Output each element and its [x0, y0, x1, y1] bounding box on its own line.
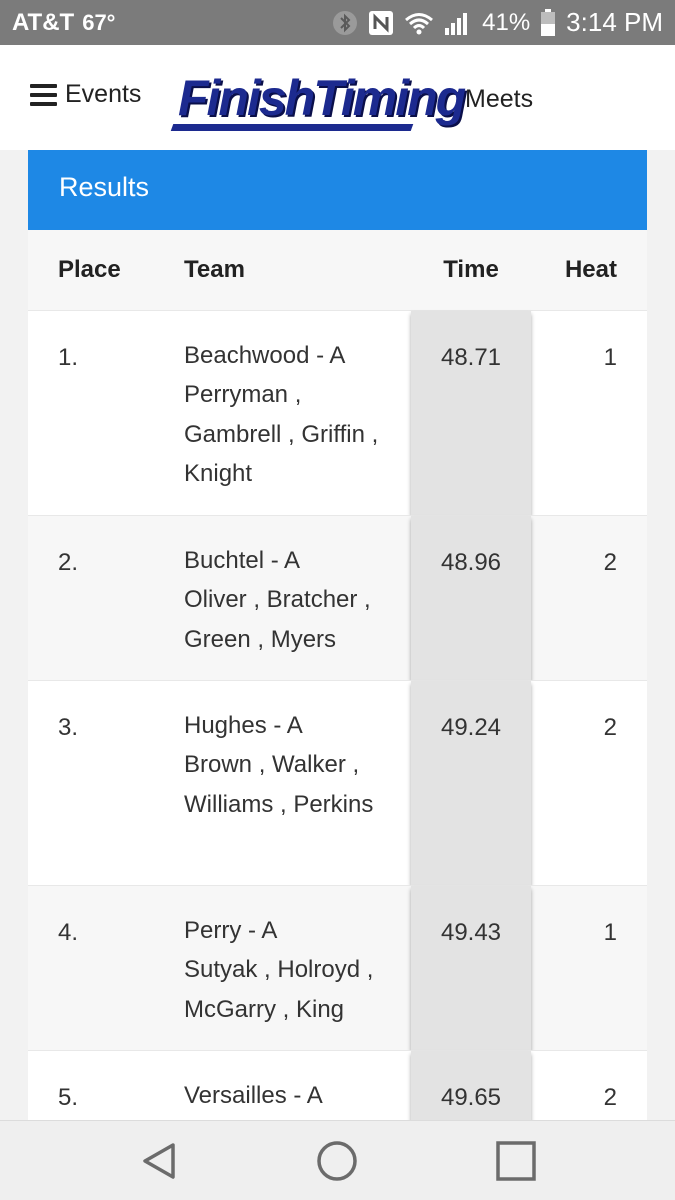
meets-link[interactable]: Meets	[465, 85, 533, 114]
events-label: Events	[65, 80, 142, 108]
row-heat: 2	[603, 1084, 617, 1111]
row-team: Buchtel - A Oliver , Bratcher , Green , …	[184, 541, 394, 659]
team-name: Hughes - A	[184, 712, 303, 739]
table-row[interactable]: 5. Versailles - A 49.65 2	[28, 1050, 647, 1125]
row-place: 5.	[58, 1084, 79, 1111]
row-place: 1.	[58, 344, 79, 371]
row-heat: 2	[603, 714, 617, 741]
status-right: 41% 3:14 PM	[332, 7, 663, 38]
row-time: 49.24	[411, 681, 531, 885]
results-title: Results	[28, 150, 647, 230]
row-place: 3.	[58, 714, 79, 741]
carrier-name: AT&T	[12, 8, 75, 36]
battery-percent: 41%	[482, 8, 531, 36]
back-icon[interactable]	[137, 1139, 181, 1183]
row-heat: 1	[603, 919, 617, 946]
app-header: Events FinishTiming Meets	[0, 45, 675, 150]
row-heat: 2	[603, 549, 617, 576]
row-time: 48.96	[411, 516, 531, 680]
logo-text: FinishTiming	[178, 70, 466, 126]
signal-icon	[444, 10, 472, 36]
row-time: 48.71	[411, 311, 531, 515]
events-menu-button[interactable]: Events	[30, 80, 141, 109]
table-row[interactable]: 4. Perry - A Sutyak , Holroyd , McGarry …	[28, 885, 647, 1050]
battery-icon	[540, 8, 556, 37]
header-place: Place	[58, 256, 121, 283]
team-athletes: Sutyak , Holroyd , McGarry , King	[184, 956, 374, 1023]
wifi-icon	[404, 11, 434, 35]
team-name: Versailles - A	[184, 1082, 323, 1109]
row-place: 4.	[58, 919, 79, 946]
table-row[interactable]: 1. Beachwood - A Perryman , Gambrell , G…	[28, 310, 647, 515]
clock: 3:14 PM	[566, 7, 663, 37]
table-row[interactable]: 3. Hughes - A Brown , Walker , Williams …	[28, 680, 647, 885]
header-time: Time	[443, 256, 499, 283]
team-name: Perry - A	[184, 917, 278, 944]
results-card: Results Place Team Time Heat 1. Beachwoo…	[28, 150, 647, 1125]
team-athletes: Brown , Walker , Williams , Perkins	[184, 751, 374, 818]
status-left: AT&T 67°	[12, 9, 115, 37]
row-time: 49.43	[411, 886, 531, 1050]
table-header: Place Team Time Heat	[28, 230, 647, 310]
team-name: Beachwood - A	[184, 342, 346, 369]
team-name: Buchtel - A	[184, 547, 301, 574]
nfc-icon	[368, 10, 394, 36]
row-team: Perry - A Sutyak , Holroyd , McGarry , K…	[184, 911, 394, 1029]
row-time: 49.65	[411, 1051, 531, 1125]
recents-icon[interactable]	[494, 1139, 538, 1183]
team-athletes: Perryman , Gambrell , Griffin , Knight	[184, 381, 379, 487]
team-athletes: Oliver , Bratcher , Green , Myers	[184, 586, 371, 653]
row-team: Versailles - A	[184, 1076, 394, 1115]
bluetooth-icon	[332, 10, 358, 36]
status-bar: AT&T 67° 41% 3:14 PM	[0, 0, 675, 45]
header-team: Team	[184, 256, 245, 283]
home-icon[interactable]	[315, 1139, 359, 1183]
row-team: Hughes - A Brown , Walker , Williams , P…	[184, 706, 394, 824]
temperature: 67°	[82, 9, 116, 35]
table-row[interactable]: 2. Buchtel - A Oliver , Bratcher , Green…	[28, 515, 647, 680]
finishtiming-logo[interactable]: FinishTiming	[170, 67, 466, 133]
hamburger-icon	[30, 83, 57, 106]
row-heat: 1	[603, 344, 617, 371]
row-place: 2.	[58, 549, 79, 576]
navigation-bar	[0, 1120, 675, 1200]
row-team: Beachwood - A Perryman , Gambrell , Grif…	[184, 336, 394, 493]
header-heat: Heat	[564, 256, 617, 283]
